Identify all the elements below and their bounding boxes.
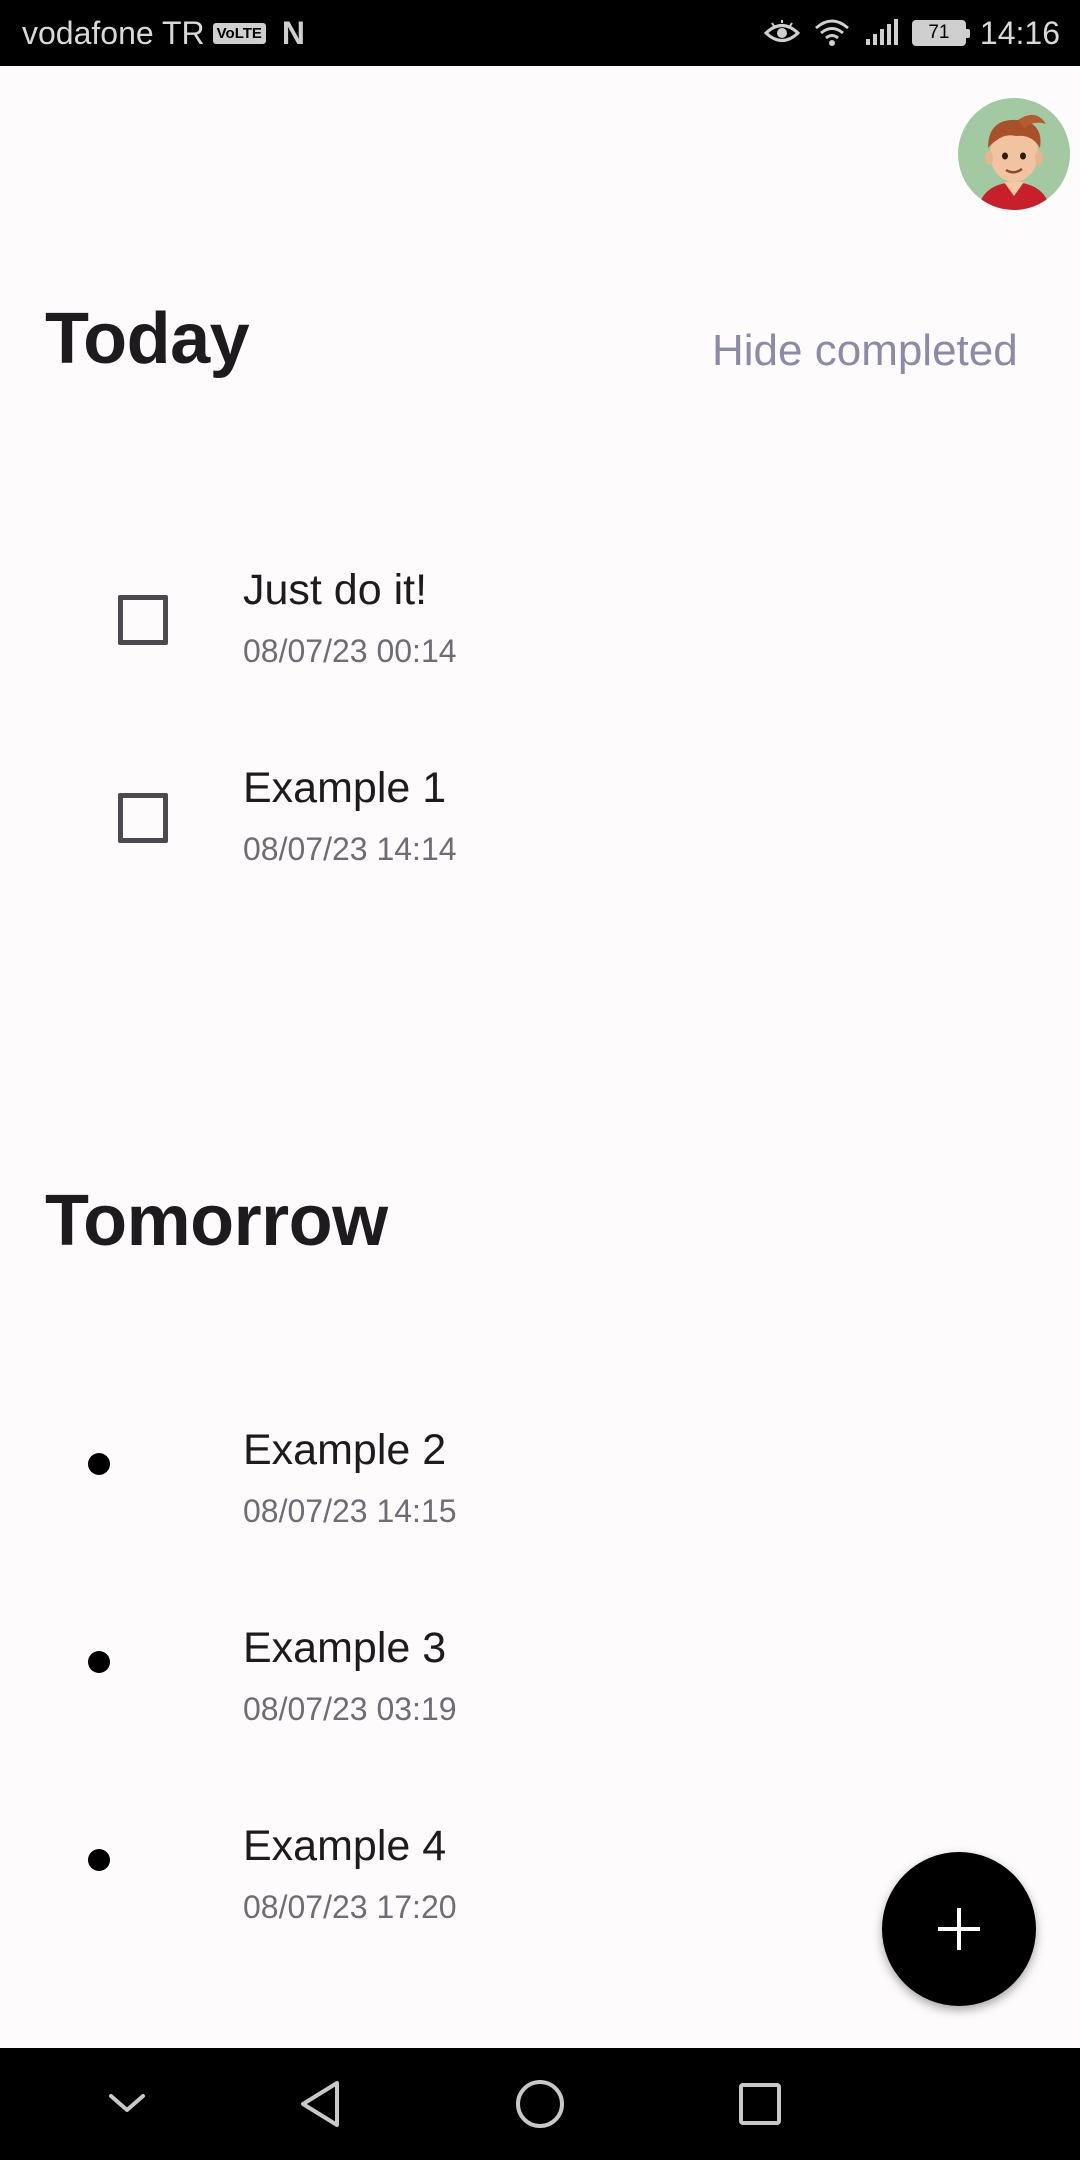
- nav-back-button[interactable]: [290, 2074, 350, 2134]
- plus-icon: [938, 1908, 980, 1950]
- eye-comfort-icon: [763, 20, 800, 46]
- tomorrow-title: Tomorrow: [45, 1181, 388, 1261]
- status-bar-right: 71 14:16: [763, 14, 1060, 52]
- recents-icon: [739, 2083, 781, 2125]
- task-date: 08/07/23 17:20: [243, 1889, 457, 1925]
- nav-collapse-button[interactable]: [97, 2074, 157, 2134]
- task-item[interactable]: Example 2 08/07/23 14:15: [0, 1420, 1080, 1570]
- signal-icon: [864, 19, 898, 47]
- bullet-icon: [88, 1849, 110, 1871]
- task-date: 08/07/23 03:19: [243, 1691, 457, 1727]
- user-avatar-icon: [958, 98, 1070, 210]
- home-icon: [516, 2080, 564, 2128]
- task-date: 08/07/23 14:14: [243, 831, 457, 867]
- status-bar: vodafone TR VoLTE N 71 14:16: [0, 0, 1080, 66]
- notification-n-icon: N: [281, 14, 306, 51]
- clock: 14:16: [979, 14, 1060, 51]
- add-task-button[interactable]: [882, 1852, 1036, 2006]
- today-title: Today: [45, 299, 250, 379]
- task-item[interactable]: Just do it! 08/07/23 00:14: [0, 560, 1080, 710]
- task-checkbox[interactable]: [118, 793, 168, 843]
- status-bar-left: vodafone TR VoLTE N: [22, 15, 305, 52]
- task-title: Example 1: [243, 764, 447, 812]
- chevron-down-icon: [109, 2094, 145, 2112]
- task-date: 08/07/23 14:15: [243, 1493, 457, 1529]
- nav-recents-button[interactable]: [730, 2074, 790, 2134]
- carrier-name: vodafone TR: [22, 14, 205, 51]
- task-title: Example 3: [243, 1624, 447, 1672]
- bullet-icon: [88, 1651, 110, 1673]
- nav-home-button[interactable]: [510, 2074, 570, 2134]
- navigation-bar: [0, 2048, 1080, 2160]
- task-item[interactable]: Example 1 08/07/23 14:14: [0, 758, 1080, 908]
- volte-badge: VoLTE: [212, 22, 266, 44]
- task-title: Example 4: [243, 1822, 447, 1870]
- bullet-icon: [88, 1453, 110, 1475]
- hide-completed-button[interactable]: Hide completed: [712, 326, 1018, 376]
- profile-avatar[interactable]: [958, 98, 1070, 210]
- task-item[interactable]: Example 3 08/07/23 03:19: [0, 1618, 1080, 1768]
- task-title: Example 2: [243, 1426, 447, 1474]
- back-icon: [301, 2081, 339, 2127]
- task-date: 08/07/23 00:14: [243, 633, 457, 669]
- battery-icon: 71: [911, 20, 970, 46]
- wifi-icon: [814, 18, 850, 48]
- task-checkbox[interactable]: [118, 595, 168, 645]
- task-title: Just do it!: [243, 566, 428, 614]
